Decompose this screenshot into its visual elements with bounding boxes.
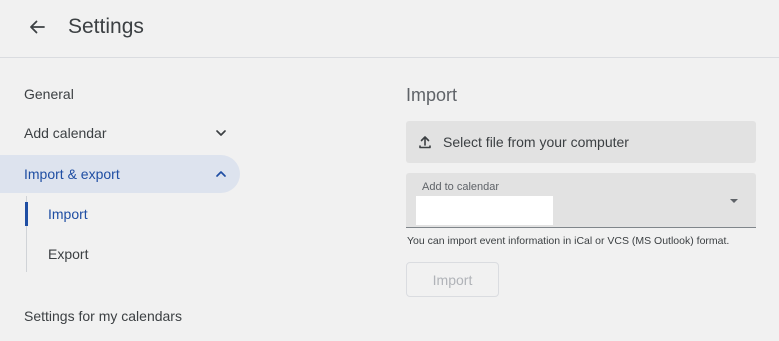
import-section-title: Import	[406, 85, 458, 105]
sidebar-subitem-import[interactable]: Import	[48, 199, 88, 229]
selected-calendar-value	[416, 196, 553, 225]
select-file-button[interactable]: Select file from your computer	[406, 121, 756, 163]
select-file-label: Select file from your computer	[443, 134, 629, 150]
sidebar-item-label: General	[24, 86, 74, 102]
sidebar-item-label: Import & export	[24, 166, 120, 182]
sidebar-item-add-calendar[interactable]: Add calendar	[0, 114, 240, 152]
sidebar-section-heading[interactable]: Settings for my calendars	[24, 308, 182, 324]
import-format-hint: You can import event information in iCal…	[407, 235, 730, 247]
arrow-left-icon	[30, 20, 45, 34]
page-title: Settings	[68, 15, 144, 38]
sidebar-item-general[interactable]: General	[0, 75, 240, 113]
add-to-calendar-select[interactable]: Add to calendar	[406, 173, 756, 228]
upload-icon	[419, 136, 431, 149]
back-button[interactable]	[22, 12, 52, 42]
chevron-up-icon	[216, 171, 226, 177]
chevron-down-icon	[216, 130, 226, 136]
sidebar-subitem-export[interactable]: Export	[48, 239, 88, 269]
sidebar-item-label: Add calendar	[24, 125, 107, 141]
active-indicator	[25, 202, 28, 226]
add-to-calendar-label: Add to calendar	[422, 181, 500, 193]
dropdown-arrow-icon	[730, 199, 738, 203]
settings-header: Settings	[0, 0, 779, 58]
import-button[interactable]: Import	[406, 262, 499, 297]
sidebar-item-import-export[interactable]: Import & export	[0, 155, 240, 193]
